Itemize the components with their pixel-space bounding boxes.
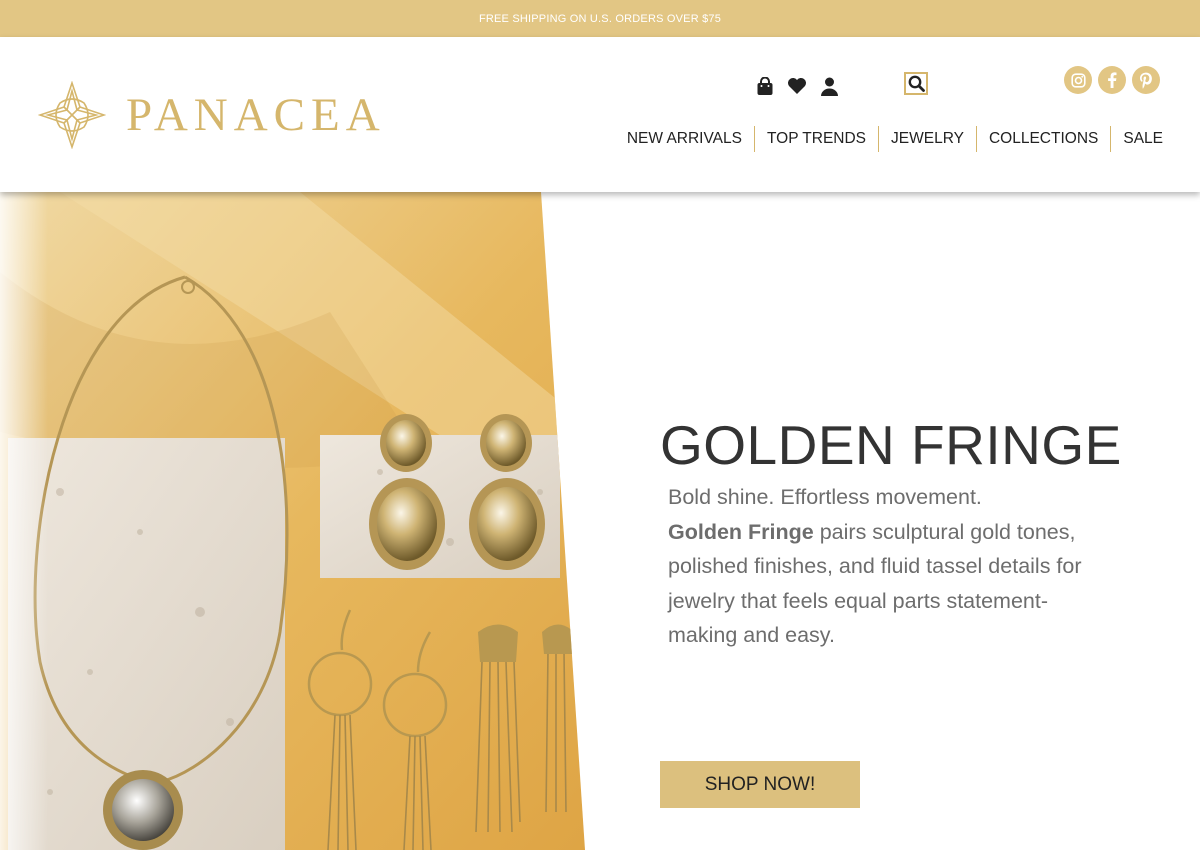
site-header: PANACEA NEW ARRIVALS TOP TRENDS JEWELRY …	[0, 37, 1200, 192]
brand-logo[interactable]: PANACEA	[38, 81, 386, 149]
hero-title: GOLDEN FRINGE	[660, 414, 1122, 476]
brand-name: PANACEA	[126, 89, 386, 141]
user-icon[interactable]	[818, 75, 840, 97]
social-links	[1064, 66, 1160, 94]
nav-new-arrivals[interactable]: NEW ARRIVALS	[615, 126, 754, 152]
nav-sale[interactable]: SALE	[1111, 126, 1175, 152]
shopping-bag-icon[interactable]	[754, 75, 776, 97]
nav-top-trends[interactable]: TOP TRENDS	[755, 126, 878, 152]
nav-collections[interactable]: COLLECTIONS	[977, 126, 1110, 152]
utility-icons	[754, 75, 840, 97]
search-button[interactable]	[904, 72, 928, 95]
search-icon	[908, 75, 925, 92]
heart-icon[interactable]	[786, 75, 808, 97]
promo-text: FREE SHIPPING ON U.S. ORDERS OVER $75	[478, 12, 722, 25]
logo-star-icon	[38, 81, 106, 149]
pinterest-icon[interactable]	[1132, 66, 1160, 94]
nav-jewelry[interactable]: JEWELRY	[879, 126, 976, 152]
instagram-icon[interactable]	[1064, 66, 1092, 94]
hero-emphasis: Golden Fringe	[668, 519, 814, 544]
hero-description: Bold shine. Effortless movement. Golden …	[668, 480, 1098, 653]
facebook-icon[interactable]	[1098, 66, 1126, 94]
promo-banner: FREE SHIPPING ON U.S. ORDERS OVER $75	[0, 0, 1200, 37]
hero-tagline: Bold shine. Effortless movement.	[668, 485, 982, 509]
main-nav: NEW ARRIVALS TOP TRENDS JEWELRY COLLECTI…	[615, 126, 1175, 152]
shop-now-button[interactable]: SHOP NOW!	[660, 761, 860, 808]
